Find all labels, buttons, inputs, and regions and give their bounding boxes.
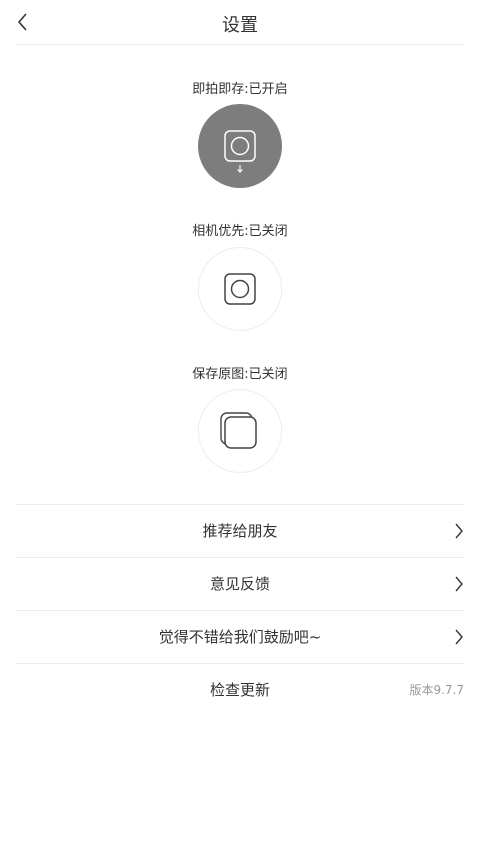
instant-save-icon	[224, 130, 256, 173]
check-update-label: 检查更新	[209, 681, 270, 699]
save-original-toggle[interactable]	[198, 389, 282, 473]
chevron-right-icon	[455, 629, 463, 645]
header-bar: 设置	[0, 0, 480, 44]
page-title: 设置	[222, 15, 258, 36]
stacked-photos-icon	[220, 412, 257, 449]
camera-priority-toggle[interactable]	[198, 247, 282, 331]
rate-us-label: 觉得不错给我们鼓励吧~	[158, 628, 322, 646]
feedback-label: 意见反馈	[209, 575, 270, 593]
camera-frame-icon	[224, 273, 256, 305]
rate-us-row[interactable]: 觉得不错给我们鼓励吧~	[16, 611, 464, 663]
header-divider	[16, 44, 464, 45]
recommend-to-friends-row[interactable]: 推荐给朋友	[16, 505, 464, 557]
feedback-row[interactable]: 意见反馈	[16, 558, 464, 610]
instant-save-toggle[interactable]	[198, 104, 282, 188]
instant-save-label: 即拍即存:已开启	[192, 82, 288, 97]
chevron-right-icon	[455, 523, 463, 539]
recommend-to-friends-label: 推荐给朋友	[202, 522, 278, 540]
version-text: 版本9.7.7	[409, 683, 464, 697]
chevron-right-icon	[455, 576, 463, 592]
check-update-row[interactable]: 检查更新 版本9.7.7	[16, 664, 464, 716]
save-original-label: 保存原图:已关闭	[192, 367, 288, 382]
camera-priority-label: 相机优先:已关闭	[192, 224, 288, 239]
